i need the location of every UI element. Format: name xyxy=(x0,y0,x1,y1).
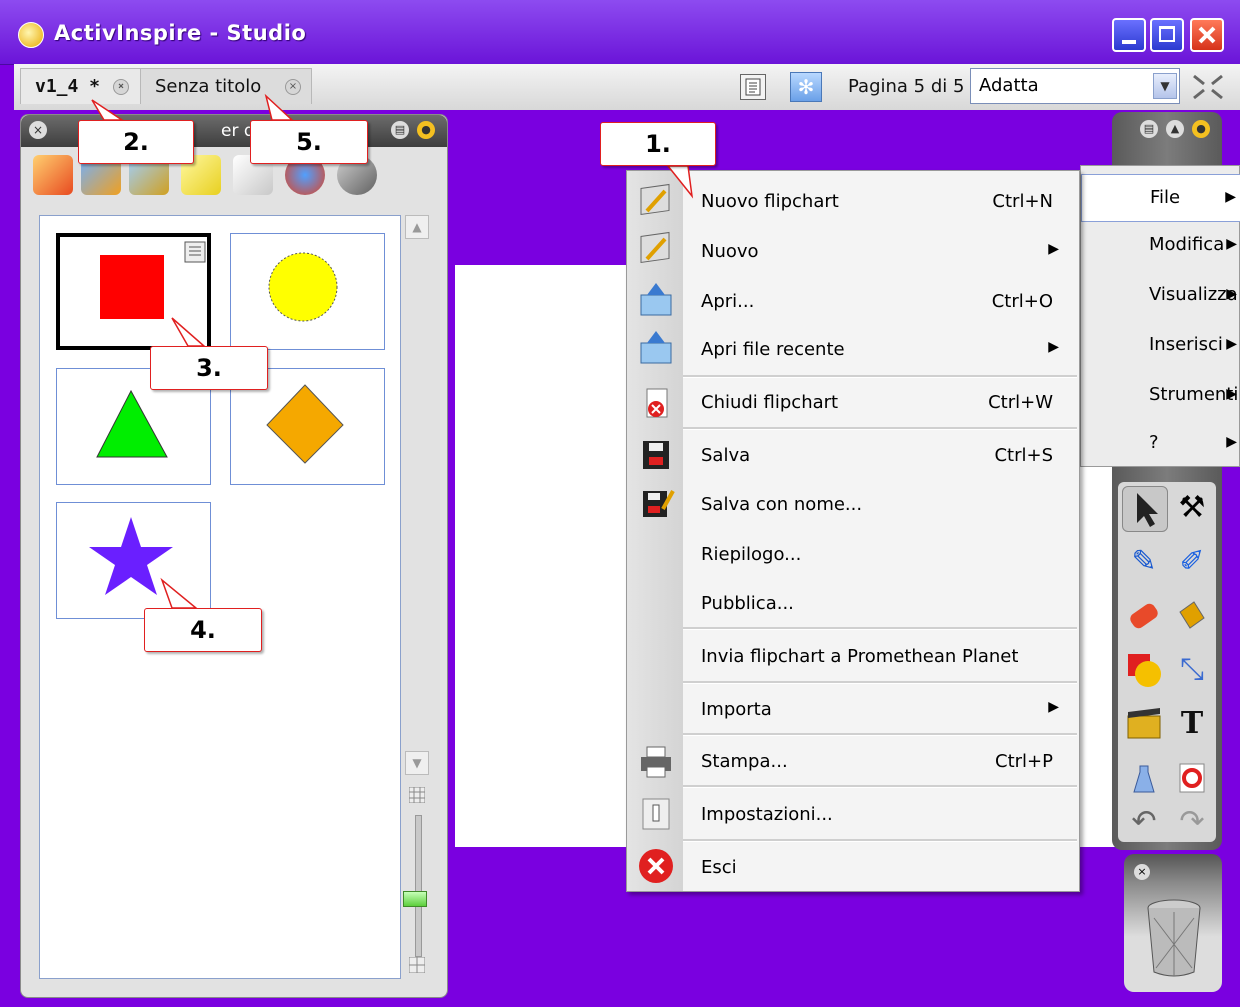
callout-4: 4. xyxy=(144,608,262,652)
callout-5: 5. xyxy=(250,120,368,164)
callout-1: 1. xyxy=(600,122,716,166)
callout-2: 2. xyxy=(78,120,194,164)
callout-3: 3. xyxy=(150,346,268,390)
